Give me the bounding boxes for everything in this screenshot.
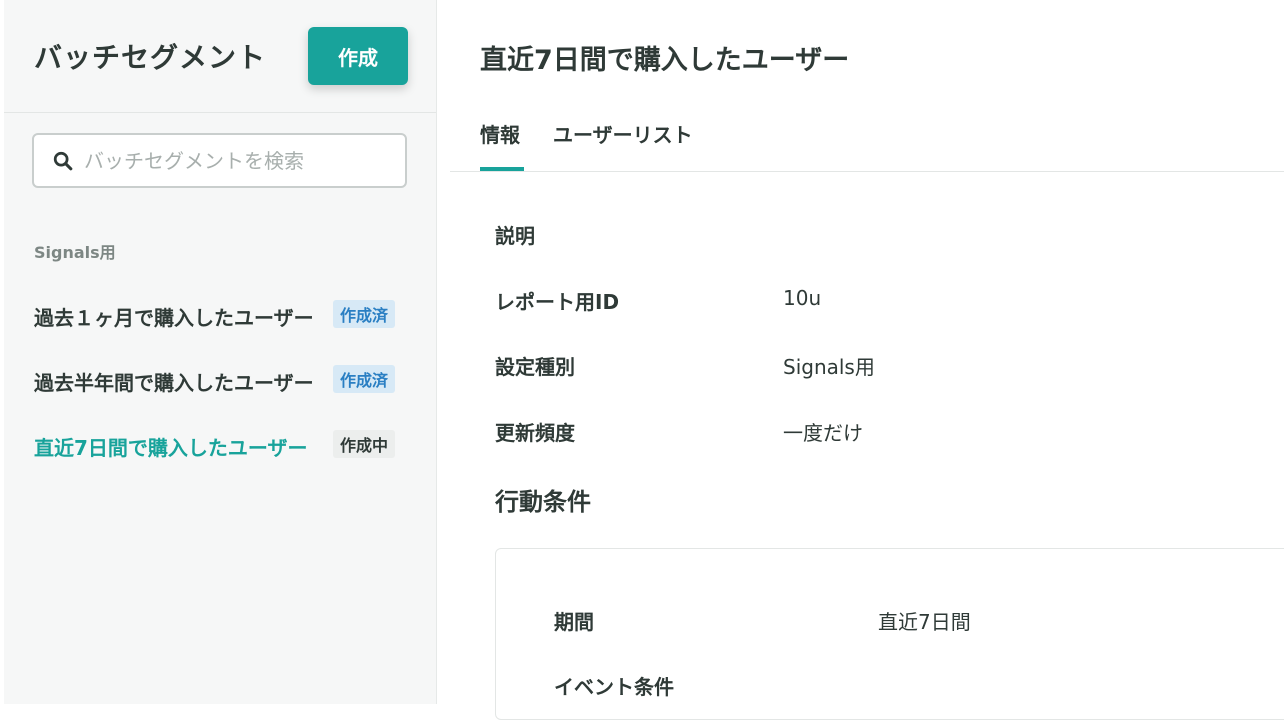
sidebar-title: バッチセグメント (34, 41, 267, 74)
conditions-card: 期間 直近7日間 イベント条件 (495, 548, 1284, 720)
report-id-label: レポート用ID (495, 290, 620, 314)
segment-name: 過去１ヶ月で購入したユーザー (34, 306, 314, 330)
search-box (32, 133, 407, 188)
sidebar-header: バッチセグメント 作成 (4, 0, 436, 113)
search-icon (53, 151, 73, 170)
event-conditions-label: イベント条件 (554, 675, 674, 699)
segment-item[interactable]: 過去半年間で購入したユーザー 作成済 (34, 363, 404, 397)
tab-info[interactable]: 情報 (480, 119, 524, 171)
report-id-value: 10u (783, 286, 822, 310)
segment-item-selected[interactable]: 直近7日間で購入したユーザー 作成中 (34, 428, 404, 462)
main-panel: 直近7日間で購入したユーザー 情報 ユーザーリスト 説明 レポート用ID 10u… (450, 0, 1284, 720)
behavior-conditions-title: 行動条件 (495, 488, 591, 516)
description-label: 説明 (495, 224, 535, 248)
segment-name: 直近7日間で購入したユーザー (34, 436, 308, 460)
update-frequency-value: 一度だけ (783, 421, 863, 445)
period-value: 直近7日間 (878, 610, 971, 634)
setting-type-value: Signals用 (783, 355, 875, 379)
page-title: 直近7日間で購入したユーザー (480, 45, 850, 76)
status-badge: 作成済 (333, 365, 396, 393)
setting-type-label: 設定種別 (495, 355, 575, 379)
segment-item[interactable]: 過去１ヶ月で購入したユーザー 作成済 (34, 298, 404, 332)
status-badge: 作成済 (333, 300, 396, 328)
tab-bar: 情報 ユーザーリスト (450, 105, 1284, 172)
search-input[interactable] (82, 147, 386, 174)
tab-user-list[interactable]: ユーザーリスト (553, 119, 693, 171)
section-label-signals: Signals用 (34, 243, 116, 262)
period-label: 期間 (554, 610, 594, 634)
status-badge: 作成中 (333, 430, 396, 458)
create-button[interactable]: 作成 (308, 27, 408, 85)
sidebar: バッチセグメント 作成 Signals用 過去１ヶ月で購入したユーザー 作成済 … (4, 0, 437, 704)
segment-name: 過去半年間で購入したユーザー (34, 371, 314, 395)
update-frequency-label: 更新頻度 (495, 421, 575, 445)
